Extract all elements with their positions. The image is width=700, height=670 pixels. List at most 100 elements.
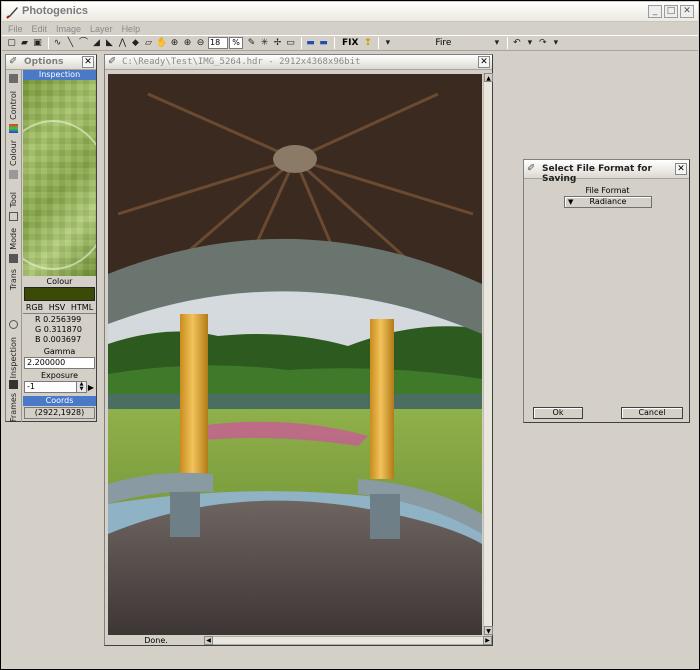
file-format-label: File Format — [585, 186, 630, 195]
options-vertical-tabs: Control Colour Tool Mode Trans Inspectio… — [6, 70, 22, 422]
coords-value: (2922,1928) — [24, 407, 95, 419]
poly-line-tool-icon[interactable]: ⋀ — [117, 38, 128, 49]
zoom-unit-select[interactable]: % — [229, 37, 243, 49]
exposure-row: -1 ▲ ▼ ▶ — [24, 381, 95, 393]
polygon-tool-icon[interactable]: ◣ — [104, 38, 115, 49]
dropdown-arrow-icon: ▼ — [568, 198, 574, 206]
left-bench-base — [170, 492, 200, 537]
left-pillar — [180, 314, 208, 474]
select-rect-icon[interactable]: ▭ — [285, 38, 296, 49]
tab-trans[interactable]: Trans — [7, 252, 21, 290]
redo-icon[interactable]: ↷ — [537, 38, 548, 49]
tab-html[interactable]: HTML — [71, 303, 93, 313]
inspection-header: Inspection — [23, 70, 96, 80]
tab-inspection[interactable]: Inspection — [7, 318, 21, 378]
menu-edit[interactable]: Edit — [32, 24, 48, 34]
hand-tool-icon[interactable]: ✋ — [156, 38, 167, 49]
view-split-icon[interactable]: ▬ — [318, 38, 329, 49]
zoom-tool-icon[interactable]: ⊕ — [169, 38, 180, 49]
scroll-up-icon[interactable]: ▲ — [484, 73, 493, 82]
brush-icon: ✐ — [108, 56, 117, 67]
undo-icon[interactable]: ↶ — [511, 38, 522, 49]
zoom-out-icon[interactable]: ⊖ — [195, 38, 206, 49]
scroll-down-icon[interactable]: ▼ — [484, 626, 493, 635]
fill-tool-icon[interactable]: ◆ — [130, 38, 141, 49]
gamma-label: Gamma — [43, 347, 76, 356]
preset-dropdown-icon[interactable]: ▾ — [491, 38, 502, 49]
preset-select[interactable]: Fire — [395, 38, 491, 48]
image-horizontal-scrollbar[interactable]: ◀ ▶ — [204, 636, 492, 645]
toolbar: ▢ ▰ ▣ ∿ ╲ ⌒ ◢ ◣ ⋀ ◆ ▱ ✋ ⊕ ⊕ ⊖ 18 % ✎ ✳ ✢… — [2, 35, 698, 51]
view-blue-icon[interactable]: ▬ — [305, 38, 316, 49]
tab-tool[interactable]: Tool — [7, 168, 21, 208]
dialog-close-button[interactable]: ✕ — [675, 163, 687, 175]
inspection-preview[interactable] — [23, 80, 96, 276]
colour-swatch — [24, 287, 95, 301]
zoom-in-icon[interactable]: ⊕ — [182, 38, 193, 49]
open-folder-icon[interactable]: ▰ — [19, 38, 30, 49]
dialog-title: Select File Format for Saving — [542, 164, 652, 184]
triangle-tool-icon[interactable]: ◢ — [91, 38, 102, 49]
image-vertical-scrollbar[interactable]: ▲ ▼ — [483, 73, 493, 635]
photo-canvas[interactable] — [108, 74, 482, 635]
scroll-right-icon[interactable]: ▶ — [483, 636, 492, 645]
zoom-input[interactable]: 18 — [208, 37, 228, 49]
ok-button[interactable]: Ok — [533, 407, 583, 419]
tab-hsv[interactable]: HSV — [49, 303, 66, 313]
app-title: Photogenics — [22, 5, 89, 17]
control-icon — [9, 74, 18, 83]
move-icon[interactable]: ✢ — [272, 38, 283, 49]
bulb-icon[interactable]: ❢ — [362, 38, 373, 49]
exposure-arrow-icon[interactable]: ▶ — [87, 383, 95, 392]
toolbar-separator — [378, 37, 380, 49]
maximize-button[interactable]: □ — [664, 5, 678, 18]
exposure-spinner[interactable]: ▲ ▼ — [77, 381, 87, 393]
sparkle-icon[interactable]: ✳ — [259, 38, 270, 49]
mode-icon — [9, 212, 18, 221]
image-close-button[interactable]: ✕ — [478, 56, 490, 68]
dialog-title-bar: ✐ Select File Format for Saving ✕ — [524, 160, 689, 184]
tab-rgb[interactable]: RGB — [26, 303, 43, 313]
lamp-shape — [273, 145, 317, 173]
image-window: ✐ C:\Ready\Test\IMG_5264.hdr - 2912x4368… — [104, 54, 493, 646]
save-format-dialog: ✐ Select File Format for Saving ✕ File F… — [523, 159, 690, 423]
tab-control[interactable]: Control — [7, 72, 21, 120]
image-title-bar: ✐ C:\Ready\Test\IMG_5264.hdr - 2912x4368… — [105, 55, 492, 70]
preview-highlight — [23, 120, 96, 270]
exposure-input[interactable]: -1 — [24, 381, 77, 393]
file-format-select[interactable]: ▼ Radiance — [564, 196, 652, 208]
undo-dropdown-icon[interactable]: ▾ — [524, 38, 535, 49]
options-close-button[interactable]: ✕ — [82, 56, 94, 68]
eraser-tool-icon[interactable]: ▱ — [143, 38, 154, 49]
tab-colour[interactable]: Colour — [7, 122, 21, 166]
options-title: Options — [24, 57, 64, 67]
minimize-button[interactable]: _ — [648, 5, 662, 18]
save-icon[interactable]: ▣ — [32, 38, 43, 49]
cancel-button[interactable]: Cancel — [621, 407, 683, 419]
new-file-icon[interactable]: ▢ — [6, 38, 17, 49]
curve-tool-icon[interactable]: ⌒ — [78, 38, 89, 49]
scroll-left-icon[interactable]: ◀ — [204, 636, 213, 645]
eyedropper-icon[interactable]: ✎ — [246, 38, 257, 49]
rgb-values: R 0.256399 G 0.311870 B 0.003697 — [23, 315, 96, 345]
tab-frames[interactable]: Frames — [7, 378, 21, 422]
menu-file[interactable]: File — [8, 24, 23, 34]
close-button[interactable]: ✕ — [680, 5, 694, 18]
line-tool-icon[interactable]: ╲ — [65, 38, 76, 49]
menu-help[interactable]: Help — [122, 24, 141, 34]
app-logo-icon — [6, 7, 18, 19]
colour-spectrum-icon — [9, 124, 18, 133]
fix-button[interactable]: FIX — [342, 38, 358, 48]
right-bench-base — [370, 494, 400, 539]
menu-bar: File Edit Image Layer Help — [2, 22, 698, 35]
gamma-input[interactable]: 2.200000 — [24, 357, 95, 369]
menu-image[interactable]: Image — [56, 24, 81, 34]
image-title: C:\Ready\Test\IMG_5264.hdr - 2912x4368x9… — [122, 57, 361, 67]
file-format-value: Radiance — [589, 197, 627, 206]
image-status-bar: Done. ◀ ▶ — [108, 636, 492, 645]
freehand-tool-icon[interactable]: ∿ — [52, 38, 63, 49]
dropdown-arrow-icon[interactable]: ▾ — [382, 38, 393, 49]
tab-mode[interactable]: Mode — [7, 210, 21, 250]
redo-dropdown-icon[interactable]: ▾ — [550, 38, 561, 49]
menu-layer[interactable]: Layer — [90, 24, 113, 34]
